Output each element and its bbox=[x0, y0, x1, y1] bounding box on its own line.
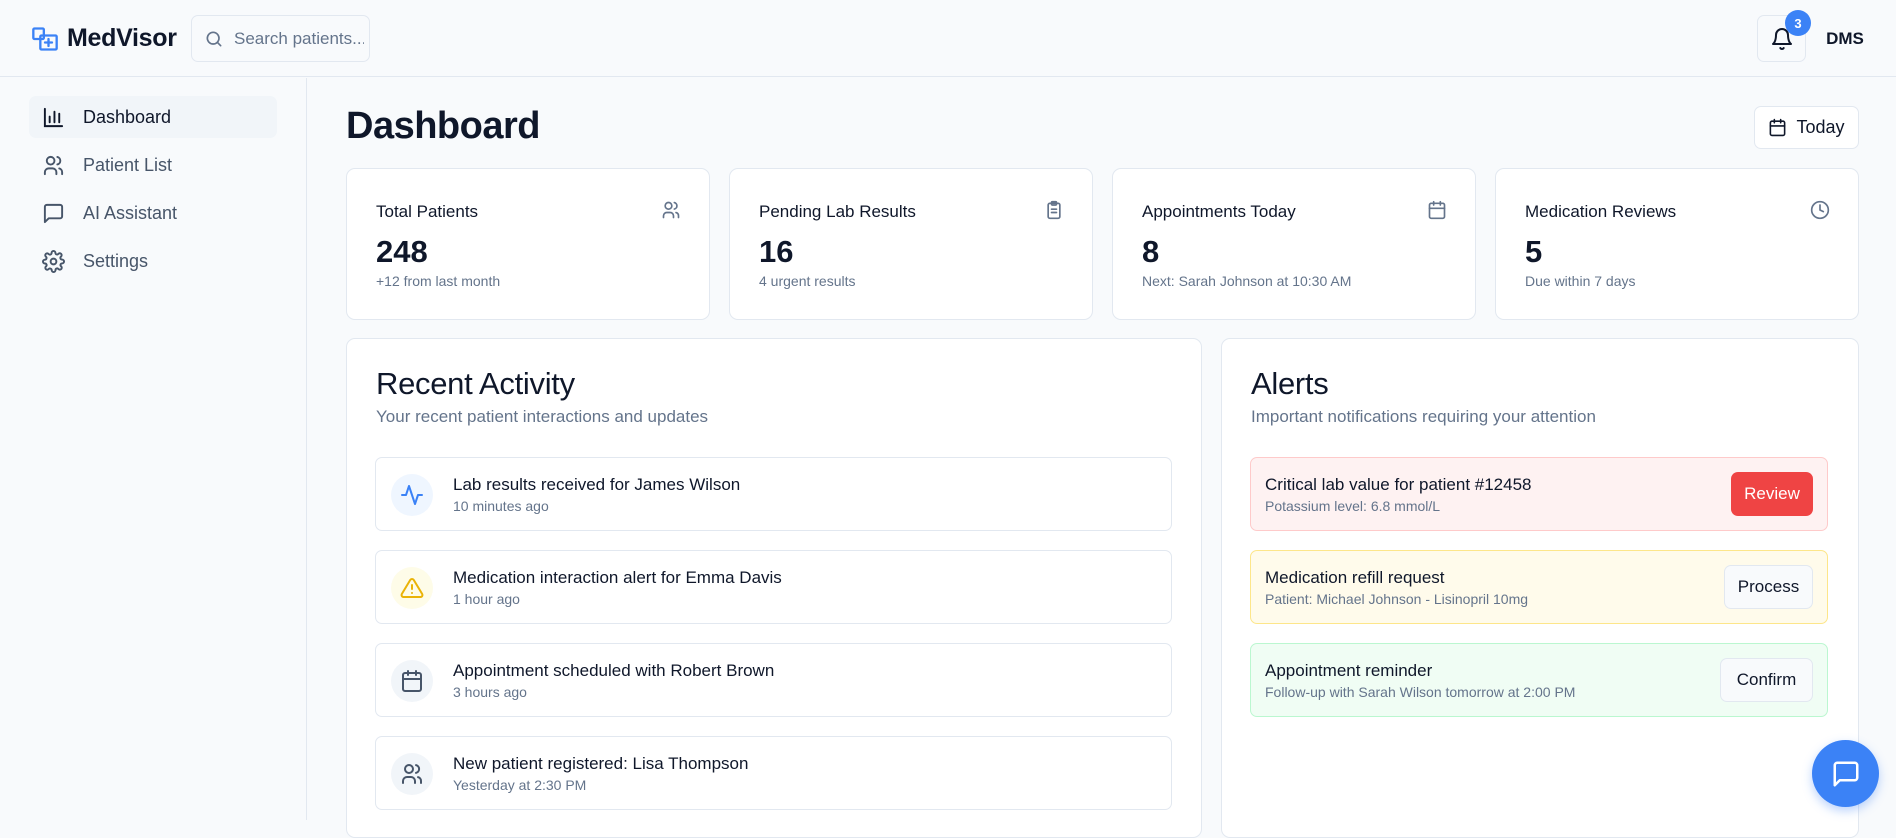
review-button[interactable]: Review bbox=[1731, 472, 1813, 516]
chat-button[interactable] bbox=[1812, 740, 1879, 807]
activity-item[interactable]: New patient registered: Lisa Thompson Ye… bbox=[375, 736, 1172, 810]
alert-subtext: Potassium level: 6.8 mmol/L bbox=[1265, 498, 1441, 514]
sidebar-item-label: Settings bbox=[83, 250, 149, 271]
sidebar-item-label: Patient List bbox=[83, 154, 173, 175]
stat-title: Appointments Today bbox=[1142, 202, 1296, 221]
alert-subtext: Follow-up with Sarah Wilson tomorrow at … bbox=[1265, 684, 1576, 700]
confirm-button[interactable]: Confirm bbox=[1720, 658, 1813, 702]
stat-subtext: +12 from last month bbox=[376, 273, 501, 289]
activity-title: Medication interaction alert for Emma Da… bbox=[453, 568, 782, 587]
warning-icon bbox=[391, 567, 433, 609]
stat-card-total-patients: Total Patients 248 +12 from last month bbox=[346, 168, 710, 320]
sidebar-item-dashboard[interactable]: Dashboard bbox=[29, 96, 277, 138]
sidebar-item-ai-assistant[interactable]: AI Assistant bbox=[29, 192, 277, 234]
alert-subtext: Patient: Michael Johnson - Lisinopril 10… bbox=[1265, 591, 1529, 607]
search-box[interactable] bbox=[191, 15, 370, 62]
activity-item[interactable]: Appointment scheduled with Robert Brown … bbox=[375, 643, 1172, 717]
panel-title: Alerts bbox=[1251, 366, 1329, 401]
notification-badge: 3 bbox=[1785, 10, 1811, 36]
activity-icon bbox=[391, 474, 433, 516]
process-button[interactable]: Process bbox=[1724, 565, 1813, 609]
panel-title: Recent Activity bbox=[376, 366, 575, 401]
clipboard-icon bbox=[1047, 200, 1061, 220]
date-filter-label: Today bbox=[1796, 117, 1845, 137]
activity-title: New patient registered: Lisa Thompson bbox=[453, 754, 749, 773]
stat-title: Pending Lab Results bbox=[759, 202, 916, 221]
activity-item[interactable]: Medication interaction alert for Emma Da… bbox=[375, 550, 1172, 624]
top-bar: MedVisor 3 DMS bbox=[0, 0, 1896, 77]
hospital-icon bbox=[32, 26, 58, 51]
activity-title: Lab results received for James Wilson bbox=[453, 475, 741, 494]
app-name: MedVisor bbox=[67, 24, 177, 52]
alert-item-critical: Critical lab value for patient #12458 Po… bbox=[1250, 457, 1828, 531]
stat-title: Medication Reviews bbox=[1525, 202, 1677, 221]
stat-value: 8 bbox=[1142, 234, 1160, 269]
activity-time: 3 hours ago bbox=[453, 684, 527, 700]
activity-time: 1 hour ago bbox=[453, 591, 520, 607]
calendar-icon bbox=[391, 660, 433, 702]
alert-item-warning: Medication refill request Patient: Micha… bbox=[1250, 550, 1828, 624]
recent-activity-panel: Recent Activity Your recent patient inte… bbox=[346, 338, 1202, 838]
gear-icon bbox=[42, 249, 65, 273]
date-filter-button[interactable]: Today bbox=[1754, 106, 1859, 149]
activity-time: Yesterday at 2:30 PM bbox=[453, 777, 587, 793]
stat-card-medication-reviews: Medication Reviews 5 Due within 7 days bbox=[1495, 168, 1859, 320]
alert-title: Critical lab value for patient #12458 bbox=[1265, 475, 1532, 494]
calendar-icon bbox=[1428, 200, 1446, 220]
search-icon bbox=[206, 31, 222, 47]
alert-title: Appointment reminder bbox=[1265, 661, 1433, 680]
app-logo[interactable]: MedVisor bbox=[31, 24, 177, 53]
user-avatar[interactable]: DMS bbox=[1822, 18, 1868, 60]
page-title: Dashboard bbox=[346, 105, 540, 147]
sidebar-item-label: Dashboard bbox=[83, 106, 172, 127]
message-square-icon bbox=[43, 203, 64, 223]
chat-icon bbox=[1833, 761, 1858, 786]
stat-value: 16 bbox=[759, 234, 794, 269]
calendar-icon bbox=[1770, 118, 1786, 137]
alert-title: Medication refill request bbox=[1265, 568, 1445, 587]
sidebar-item-patient-list[interactable]: Patient List bbox=[29, 144, 277, 186]
stat-subtext: Next: Sarah Johnson at 10:30 AM bbox=[1142, 273, 1352, 289]
stat-title: Total Patients bbox=[376, 202, 479, 221]
activity-title: Appointment scheduled with Robert Brown bbox=[453, 661, 775, 680]
users-icon bbox=[391, 753, 433, 795]
clock-icon bbox=[1810, 200, 1830, 220]
stat-subtext: 4 urgent results bbox=[759, 273, 856, 289]
users-icon bbox=[43, 155, 64, 175]
panel-description: Important notifications requiring your a… bbox=[1251, 407, 1596, 426]
stat-card-pending-lab-results: Pending Lab Results 16 4 urgent results bbox=[729, 168, 1093, 320]
sidebar-item-settings[interactable]: Settings bbox=[29, 240, 277, 282]
stat-value: 5 bbox=[1525, 234, 1543, 269]
stat-value: 248 bbox=[376, 234, 428, 269]
alert-item-info: Appointment reminder Follow-up with Sara… bbox=[1250, 643, 1828, 717]
stat-subtext: Due within 7 days bbox=[1525, 273, 1636, 289]
activity-item[interactable]: Lab results received for James Wilson 10… bbox=[375, 457, 1172, 531]
sidebar-item-label: AI Assistant bbox=[83, 202, 178, 223]
alerts-panel: Alerts Important notifications requiring… bbox=[1221, 338, 1859, 838]
panel-description: Your recent patient interactions and upd… bbox=[376, 407, 709, 426]
activity-time: 10 minutes ago bbox=[453, 498, 549, 514]
bar-chart-icon bbox=[43, 107, 64, 127]
search-input[interactable] bbox=[234, 28, 364, 49]
sidebar: Dashboard Patient List AI Assistant Sett… bbox=[0, 78, 307, 820]
stat-card-appointments-today: Appointments Today 8 Next: Sarah Johnson… bbox=[1112, 168, 1476, 320]
users-icon bbox=[662, 201, 680, 219]
